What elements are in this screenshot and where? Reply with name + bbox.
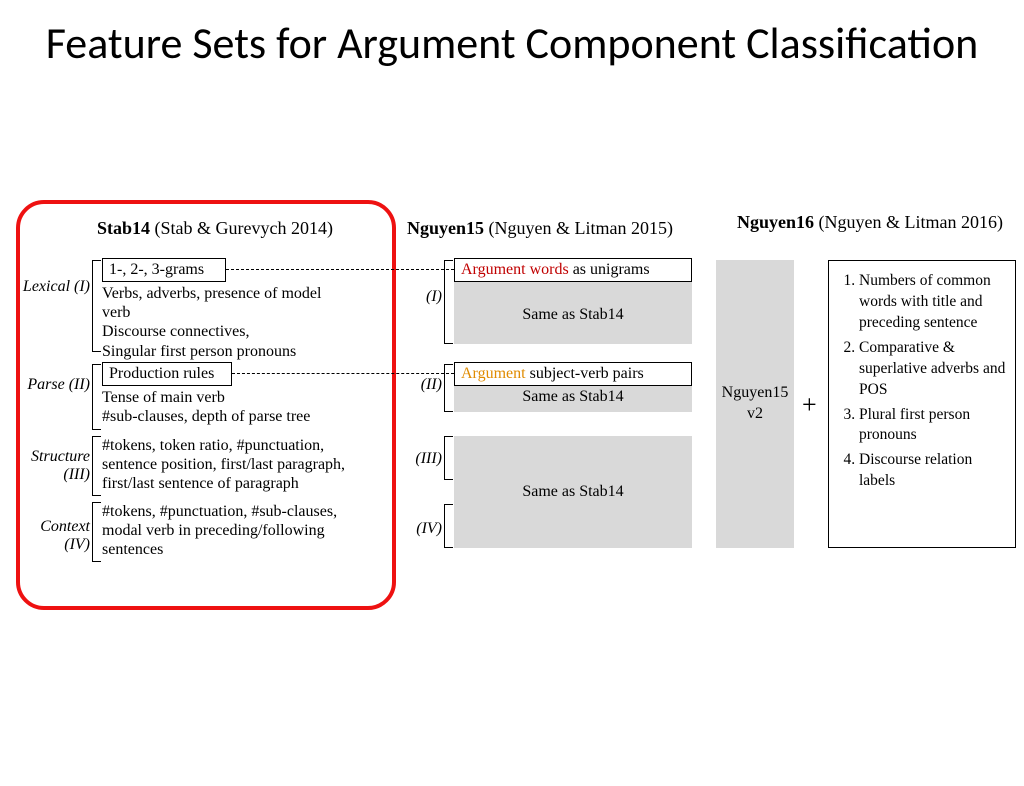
bracket-icon [444,504,453,548]
box-argument-svpairs: Argument subject-verb pairs [454,362,692,386]
diagram-stage: Stab14 (Stab & Gurevych 2014) Nguyen15 (… [0,218,1024,738]
col-header-stab14: Stab14 (Stab & Gurevych 2014) [60,218,370,239]
bracket-icon [92,502,101,562]
greybox-ng15-iii-iv: Same as Stab14 [454,436,692,548]
bracket-icon [92,436,101,496]
col-header-nguyen15: Nguyen15 (Nguyen & Litman 2015) [390,218,690,239]
text-context-body: #tokens, #punctuation, #sub-clauses, mod… [102,502,362,560]
label-ng15-iii: (III) [402,450,442,468]
bracket-icon [444,260,453,344]
list-item: Comparative & superlative adverbs and PO… [859,338,1007,401]
bracket-icon [444,436,453,480]
label-structure: Structure (III) [18,448,90,485]
label-parse: Parse (II) [18,376,90,394]
box-production-rules: Production rules [102,362,232,386]
text-structure-body: #tokens, token ratio, #punctuation, sent… [102,436,372,494]
text-lexical-body: Verbs, adverbs, presence of model verb D… [102,284,337,361]
bracket-icon [92,260,101,352]
label-ng15-i: (I) [402,288,442,306]
text-parse-body: Tense of main verb #sub-clauses, depth o… [102,388,362,426]
dashed-connector [226,269,454,270]
col-header-nguyen16: Nguyen16 (Nguyen & Litman 2016) [730,212,1010,233]
list-item: Numbers of common words with title and p… [859,271,1007,334]
slide-title: Feature Sets for Argument Component Clas… [40,18,984,69]
bracket-icon [92,364,101,430]
box-argument-words: Argument words as unigrams [454,258,692,282]
label-ng15-ii: (II) [402,376,442,394]
box-nguyen15-v2: Nguyen15 v2 [716,260,794,548]
box-nguyen16-additions: Numbers of common words with title and p… [828,260,1016,548]
plus-icon: + [802,390,817,420]
bracket-icon [444,364,453,412]
label-ng15-iv: (IV) [402,520,442,538]
list-item: Discourse relation labels [859,450,1007,492]
box-ngrams: 1-, 2-, 3-grams [102,258,226,282]
list-item: Plural first person pronouns [859,405,1007,447]
label-lexical: Lexical (I) [18,278,90,296]
label-context: Context (IV) [18,518,90,555]
dashed-connector [232,373,454,374]
